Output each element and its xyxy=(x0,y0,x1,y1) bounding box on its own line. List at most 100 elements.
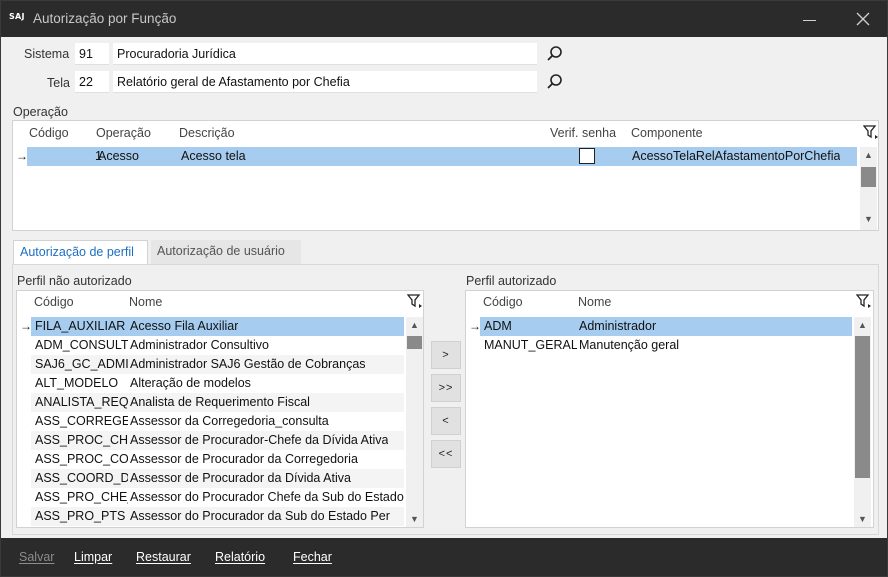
perfil-autorizado-label: Perfil autorizado xyxy=(466,274,557,288)
perfil-codigo-cell: ASS_PROC_CHE xyxy=(35,433,128,447)
scroll-down-icon[interactable]: ▼ xyxy=(860,211,877,227)
move-right-button[interactable]: > xyxy=(431,341,461,369)
perfil-codigo-cell: ADM xyxy=(484,319,512,333)
operacao-componente-cell: AcessoTelaRelAfastamentoPorChefia xyxy=(632,149,841,163)
list-item[interactable]: ANALISTA_REQ Analista de Requerimento Fis… xyxy=(31,393,404,412)
filter-icon[interactable] xyxy=(863,124,879,140)
perfil-codigo-cell: MANUT_GERAL xyxy=(484,338,577,352)
scroll-up-icon[interactable]: ▲ xyxy=(860,147,877,163)
perfil-codigo-cell: ASS_PROC_COR xyxy=(35,452,128,466)
list-item[interactable]: MANUT_GERAL Manutenção geral xyxy=(480,336,852,355)
list-item[interactable]: ASS_PROC_COR Assessor de Procurador da Co… xyxy=(31,450,404,469)
left-col-nome-header[interactable]: Nome xyxy=(129,295,162,309)
right-scroll-down-icon[interactable]: ▼ xyxy=(854,511,871,527)
perfil-codigo-cell: ADM_CONSULT xyxy=(35,338,128,352)
operacao-descricao-cell: Acesso tela xyxy=(181,149,246,163)
sistema-label: Sistema xyxy=(24,47,70,61)
salvar-button[interactable]: Salvar xyxy=(19,550,54,564)
right-perfil-list: Código Nome → ADM Administrador MANUT_GERA… xyxy=(465,290,874,528)
list-item[interactable]: ASS_PRO_PTS Assessor do Procurador da Sub… xyxy=(31,507,404,526)
move-left-button[interactable]: < xyxy=(431,407,461,435)
perfil-codigo-cell: ASS_COORD_DI xyxy=(35,471,128,485)
col-operacao-header[interactable]: Operação xyxy=(96,126,151,140)
perfil-nome-cell: Assessor do Procurador da Sub do Estado … xyxy=(130,509,390,523)
scroll-thumb[interactable] xyxy=(861,167,876,187)
list-item[interactable]: ALT_MODELO Alteração de modelos xyxy=(31,374,404,393)
perfil-nome-cell: Alteração de modelos xyxy=(130,376,251,390)
right-scrollbar[interactable]: ▲ ▼ xyxy=(854,317,871,527)
right-scroll-thumb[interactable] xyxy=(855,336,870,478)
perfil-codigo-cell: ALT_MODELO xyxy=(35,376,119,390)
col-codigo-header[interactable]: Código xyxy=(29,126,69,140)
perfil-codigo-cell: SAJ6_GC_ADMI xyxy=(35,357,128,371)
left-scrollbar[interactable]: ▲ ▼ xyxy=(406,317,423,527)
perfil-nome-cell: Assessor da Corregedoria_consulta xyxy=(130,414,329,428)
right-filter-icon[interactable] xyxy=(856,293,872,309)
col-componente-header[interactable]: Componente xyxy=(631,126,703,140)
close-button[interactable] xyxy=(841,1,885,37)
operacao-scrollbar[interactable]: ▲ ▼ xyxy=(860,147,877,230)
close-icon xyxy=(856,12,870,26)
list-item[interactable]: ASS_COORD_DI Assessor de Procurador da Dí… xyxy=(31,469,404,488)
fechar-button[interactable]: Fechar xyxy=(293,550,332,564)
perfil-nome-cell: Assessor de Procurador-Chefe da Dívida A… xyxy=(130,433,389,447)
move-all-right-button[interactable]: >> xyxy=(431,374,461,402)
list-item[interactable]: FILA_AUXILIAR Acesso Fila Auxiliar xyxy=(31,317,404,336)
sistema-code-field[interactable]: 91 xyxy=(75,43,109,65)
app-logo: SAJ xyxy=(9,12,25,21)
tela-code-field[interactable]: 22 xyxy=(75,71,109,93)
restaurar-button[interactable]: Restaurar xyxy=(136,550,191,564)
footer-toolbar: Salvar Limpar Restaurar Relatório Fechar xyxy=(1,538,887,576)
list-item[interactable]: ASS_CORREGEI Assessor da Corregedoria_con… xyxy=(31,412,404,431)
perfil-nome-cell: Assessor de Procurador da Corregedoria xyxy=(130,452,358,466)
perfil-nome-cell: Assessor de Procurador da Dívida Ativa xyxy=(130,471,351,485)
col-descricao-header[interactable]: Descrição xyxy=(179,126,235,140)
perfil-codigo-cell: ANALISTA_REQ xyxy=(35,395,128,409)
list-item[interactable]: ASS_PRO_CHE_ Assessor do Procurador Chefe… xyxy=(31,488,404,507)
verif-senha-checkbox[interactable] xyxy=(579,148,595,164)
list-item[interactable]: SAJ6_GC_ADMI Administrador SAJ6 Gestão de… xyxy=(31,355,404,374)
perfil-nome-cell: Assessor do Procurador Chefe da Sub do E… xyxy=(130,490,404,504)
title-bar: SAJ Autorização por Função xyxy=(1,1,887,37)
right-col-nome-header[interactable]: Nome xyxy=(578,295,611,309)
window-title: Autorização por Função xyxy=(33,11,177,26)
right-scroll-up-icon[interactable]: ▲ xyxy=(854,317,871,333)
perfil-nome-cell: Administrador Consultivo xyxy=(130,338,269,352)
table-row[interactable]: 1 Acesso Acesso tela AcessoTelaRelAfasta… xyxy=(27,147,857,166)
tela-label: Tela xyxy=(47,76,70,90)
operacao-section-label: Operação xyxy=(13,105,68,119)
perfil-codigo-cell: ASS_PRO_PTS xyxy=(35,509,126,523)
list-item[interactable]: ADM_CONSULT Administrador Consultivo xyxy=(31,336,404,355)
right-col-codigo-header[interactable]: Código xyxy=(483,295,523,309)
move-all-left-button[interactable]: << xyxy=(431,440,461,468)
col-verif-header[interactable]: Verif. senha xyxy=(550,126,616,140)
relatorio-button[interactable]: Relatório xyxy=(215,550,265,564)
perfil-codigo-cell: ASS_CORREGEI xyxy=(35,414,128,428)
main-window: SAJ Autorização por Função Sistema 91 Pr… xyxy=(0,0,888,577)
perfil-nome-cell: Administrador xyxy=(579,319,657,333)
minimize-icon xyxy=(802,19,816,21)
perfil-nome-cell: Analista de Requerimento Fiscal xyxy=(130,395,310,409)
left-scroll-thumb[interactable] xyxy=(407,336,422,349)
perfil-nao-autorizado-label: Perfil não autorizado xyxy=(17,274,132,288)
tela-name-field[interactable]: Relatório geral de Afastamento por Chefi… xyxy=(113,71,537,93)
tab-autorizacao-perfil[interactable]: Autorização de perfil xyxy=(13,240,148,264)
list-item[interactable]: ASS_PROC_CHE Assessor de Procurador-Chefe… xyxy=(31,431,404,450)
left-scroll-down-icon[interactable]: ▼ xyxy=(406,511,423,527)
operacao-operacao-cell: Acesso xyxy=(98,149,139,163)
tab-autorizacao-usuario[interactable]: Autorização de usuário xyxy=(151,240,301,264)
left-perfil-list: Código Nome → FILA_AUXILIAR Acesso Fila A… xyxy=(16,290,424,528)
perfil-codigo-cell: FILA_AUXILIAR xyxy=(35,319,126,333)
list-item[interactable]: ADM Administrador xyxy=(480,317,852,336)
perfil-nome-cell: Administrador SAJ6 Gestão de Cobranças xyxy=(130,357,366,371)
left-filter-icon[interactable] xyxy=(407,293,423,309)
limpar-button[interactable]: Limpar xyxy=(74,550,112,564)
left-scroll-up-icon[interactable]: ▲ xyxy=(406,317,423,333)
sistema-name-field[interactable]: Procuradoria Jurídica xyxy=(113,43,537,65)
operacao-grid: Código Operação Descrição Verif. senha C… xyxy=(12,120,879,231)
sistema-search-icon[interactable] xyxy=(545,44,565,64)
perfil-codigo-cell: ASS_PRO_CHE_ xyxy=(35,490,128,504)
tela-search-icon[interactable] xyxy=(545,72,565,92)
minimize-button[interactable] xyxy=(787,1,831,37)
left-col-codigo-header[interactable]: Código xyxy=(34,295,74,309)
